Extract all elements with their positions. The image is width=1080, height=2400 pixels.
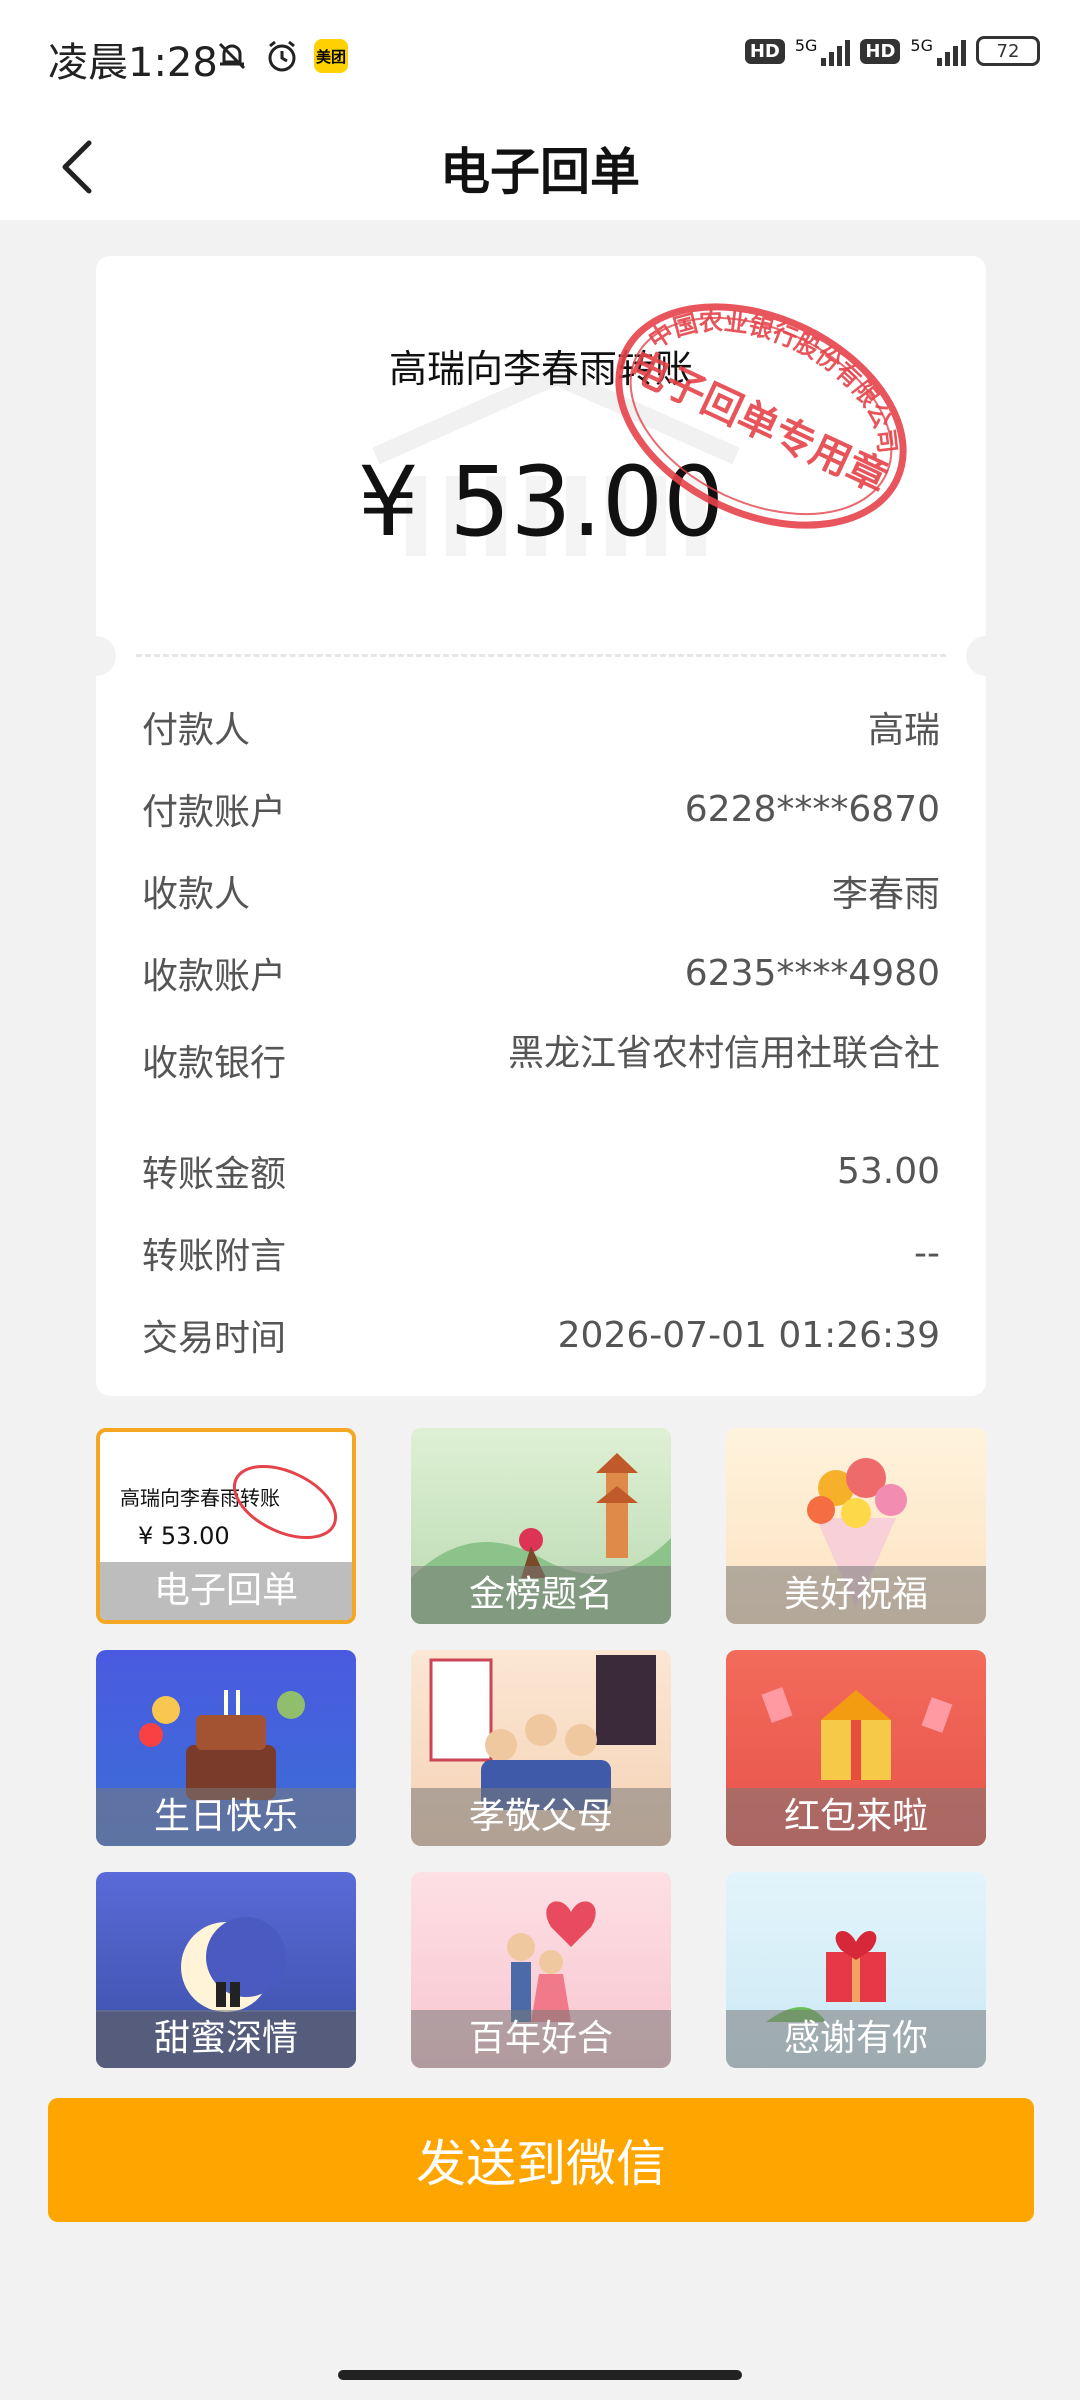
template-exam-success[interactable]: 金榜题名: [411, 1428, 671, 1624]
detail-value: 6228****6870: [684, 788, 940, 830]
receipt-details: 付款人 高瑞 付款账户 6228****6870 收款人 李春雨 收款账户 6235**…: [142, 686, 940, 1376]
divider: [136, 654, 946, 657]
receipt-card: 高瑞向李春雨转账 ¥ 53.00 中国农业银行股份有限公司 电子回单专用章 付款…: [96, 256, 986, 1396]
nav-bar: 电子回单: [0, 112, 1080, 220]
detail-value: 黑龙江省农村信用社联合社: [507, 1033, 940, 1074]
alarm-icon: [268, 40, 296, 72]
detail-row-payee-bank: 收款银行 黑龙江省农村信用社联合社: [142, 1014, 940, 1130]
status-right-icons: HD 5G HD 5G 72: [744, 36, 1040, 66]
template-label: 生日快乐: [96, 1788, 356, 1846]
template-sweet-love[interactable]: 甜蜜深情: [96, 1872, 356, 2068]
status-left-icons: 美团: [214, 38, 348, 74]
hd-badge: HD: [860, 38, 901, 64]
detail-row-payee-account: 收款账户 6235****4980: [142, 932, 940, 1014]
mini-seal-stamp: [232, 1465, 338, 1539]
detail-value: --: [914, 1232, 940, 1274]
template-thank-you[interactable]: 感谢有你: [726, 1872, 986, 2068]
template-label: 电子回单: [100, 1562, 352, 1620]
detail-value: 2026-07-01 01:26:39: [557, 1314, 940, 1356]
detail-label: 付款人: [142, 710, 251, 751]
detail-value: 6235****4980: [684, 952, 940, 994]
detail-value: 高瑞: [867, 710, 940, 751]
detail-label: 付款账户: [142, 792, 287, 833]
template-birthday[interactable]: 生日快乐: [96, 1650, 356, 1846]
template-label: 百年好合: [411, 2010, 671, 2068]
detail-label: 转账金额: [142, 1154, 287, 1195]
detail-value: 53.00: [836, 1150, 940, 1192]
template-label: 美好祝福: [726, 1566, 986, 1624]
detail-label: 收款银行: [142, 1043, 287, 1084]
signal-icon: [821, 36, 851, 66]
detail-row-time: 交易时间 2026-07-01 01:26:39: [142, 1294, 940, 1376]
meituan-app-icon: 美团: [314, 39, 348, 73]
detail-value: 李春雨: [831, 874, 940, 915]
template-preview-amount: ¥ 53.00: [138, 1522, 230, 1550]
template-filial-piety[interactable]: 孝敬父母: [411, 1650, 671, 1846]
network-label: 5G: [794, 36, 818, 55]
detail-label: 交易时间: [142, 1318, 287, 1359]
detail-row-payee: 收款人 李春雨: [142, 850, 940, 932]
template-label: 感谢有你: [726, 2010, 986, 2068]
battery-icon: 72: [976, 36, 1040, 66]
signal-icon: [937, 36, 966, 66]
status-bar: 凌晨1:28 美团 HD 5G HD 5G 72: [0, 0, 1080, 112]
page-title: 电子回单: [440, 143, 640, 201]
template-label: 金榜题名: [411, 1566, 671, 1624]
detail-label: 收款账户: [142, 956, 287, 997]
send-to-wechat-button[interactable]: 发送到微信: [48, 2098, 1034, 2222]
mute-bell-icon: [218, 42, 246, 70]
template-label: 红包来啦: [726, 1788, 986, 1846]
template-label: 甜蜜深情: [96, 2010, 356, 2068]
template-grid: 高瑞向李春雨转账 ¥ 53.00 电子回单 金榜题名 美好祝福 生日快乐 孝敬父…: [96, 1428, 986, 2068]
detail-label: 转账附言: [142, 1236, 287, 1277]
detail-row-payer-account: 付款账户 6228****6870: [142, 768, 940, 850]
template-happy-marriage[interactable]: 百年好合: [411, 1872, 671, 2068]
template-receipt[interactable]: 高瑞向李春雨转账 ¥ 53.00 电子回单: [96, 1428, 356, 1624]
template-best-wishes[interactable]: 美好祝福: [726, 1428, 986, 1624]
network-label: 5G: [910, 36, 933, 55]
detail-label: 收款人: [142, 874, 251, 915]
receipt-header: 高瑞向李春雨转账 ¥ 53.00 中国农业银行股份有限公司 电子回单专用章: [96, 256, 986, 656]
home-indicator[interactable]: [338, 2370, 742, 2380]
template-label: 孝敬父母: [411, 1788, 671, 1846]
detail-row-payer: 付款人 高瑞: [142, 686, 940, 768]
bank-seal-stamp: 中国农业银行股份有限公司 电子回单专用章: [615, 296, 926, 529]
hd-badge: HD: [744, 38, 785, 64]
detail-row-amount: 转账金额 53.00: [142, 1130, 940, 1212]
status-time: 凌晨1:28: [48, 40, 218, 86]
detail-row-memo: 转账附言 --: [142, 1212, 940, 1294]
template-red-envelope[interactable]: 红包来啦: [726, 1650, 986, 1846]
